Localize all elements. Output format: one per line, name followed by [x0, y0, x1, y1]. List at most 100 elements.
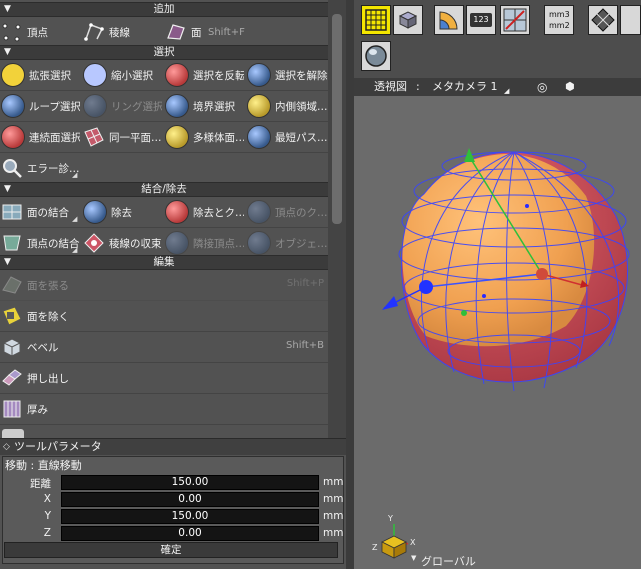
grid-snap-button[interactable]: [361, 5, 391, 35]
tool-extrude[interactable]: 押し出し: [0, 363, 328, 394]
tool-thickness[interactable]: 厚み: [0, 394, 328, 425]
tool-inner-region[interactable]: 内側領域…: [246, 91, 328, 121]
collapse-triangle-icon[interactable]: ▼: [4, 3, 11, 16]
axis-x-label: X: [410, 538, 416, 547]
z-unit: mm: [323, 527, 344, 539]
connected-selection-icon: [1, 125, 25, 149]
wireframe-button[interactable]: [588, 5, 618, 35]
area-volume-button[interactable]: mm3 mm2: [544, 5, 574, 35]
shortcut-bevel: Shift+B: [286, 340, 324, 351]
tool-remove[interactable]: 除去: [82, 197, 162, 227]
adjacent-vertex-icon: [165, 231, 189, 255]
measure-button[interactable]: [500, 5, 530, 35]
tool-coplanar-selection[interactable]: 同一平面…: [82, 122, 162, 152]
cube-view-icon[interactable]: ⬢: [565, 78, 575, 96]
render-sphere-button[interactable]: [361, 41, 391, 71]
view-mode-label[interactable]: 透視図: [374, 78, 407, 96]
target-icon[interactable]: ◎: [537, 78, 547, 96]
remove-face-icon: [2, 306, 22, 326]
panel-divider[interactable]: [346, 0, 354, 569]
axis-y-label: Y: [388, 514, 393, 523]
edge-collapse-icon: [84, 233, 104, 253]
tool-remove-clean[interactable]: 除去とク…: [164, 197, 244, 227]
section-header-edit[interactable]: ▼ 編集: [0, 255, 328, 270]
vertex-icon: [2, 23, 21, 42]
model-scene: [381, 148, 630, 559]
loop-selection-icon: [1, 94, 25, 118]
tool-shrink-selection[interactable]: 縮小選択: [82, 60, 162, 90]
tool-params-mode: 移動 : 直線移動: [5, 459, 82, 472]
collapse-triangle-icon[interactable]: ▼: [4, 46, 11, 59]
tool-boundary-selection[interactable]: 境界選択: [164, 91, 244, 121]
confirm-button[interactable]: 確定: [4, 542, 338, 558]
collapse-triangle-icon[interactable]: ▼: [4, 256, 11, 269]
tool-invert-selection[interactable]: 選択を反転: [164, 60, 244, 90]
y-unit: mm: [323, 510, 344, 522]
distance-unit: mm: [323, 476, 344, 488]
tool-ring-selection[interactable]: リング選択: [82, 91, 162, 121]
tool-edge-collapse[interactable]: 稜線の収束: [82, 228, 162, 258]
3d-viewport[interactable]: Y X Z ▼ グローバル: [354, 96, 641, 569]
magnifier-icon: [3, 159, 22, 178]
vertex-clean-icon: [247, 200, 271, 224]
camera-select[interactable]: メタカメラ 1: [432, 78, 498, 96]
object-snap-button[interactable]: [393, 5, 423, 35]
extrude-icon: [2, 369, 22, 386]
tool-grow-selection[interactable]: 拡張選択: [0, 60, 80, 90]
more-toolbar-button[interactable]: [620, 5, 641, 35]
tool-params-header[interactable]: ◇ ツールパラメータ: [0, 438, 346, 455]
plane-snap-button[interactable]: [434, 5, 464, 35]
tool-shortest-path[interactable]: 最短パス…: [246, 122, 328, 152]
select-row-4: エラー診… ◢: [0, 153, 328, 184]
tool-adjacent-vertex[interactable]: 隣接頂点…: [164, 228, 244, 258]
tool-vertex-clean[interactable]: 頂点のク…: [246, 197, 328, 227]
thickness-icon: [3, 400, 21, 418]
tool-face[interactable]: 面 Shift+F: [164, 17, 324, 47]
tool-next-partial: [0, 425, 328, 438]
tool-face-merge[interactable]: 面の結合 ◢: [0, 197, 80, 227]
x-field[interactable]: 0.00: [61, 492, 319, 507]
z-field[interactable]: 0.00: [61, 526, 319, 541]
quarter-arc-icon: [439, 11, 458, 30]
section-header-select[interactable]: ▼ 選択: [0, 45, 328, 60]
numeric-input-button[interactable]: 123: [466, 5, 496, 35]
collapse-triangle-icon[interactable]: ▼: [4, 183, 11, 196]
tool-object[interactable]: オブジェ…: [246, 228, 328, 258]
object-icon: [247, 231, 271, 255]
view-separator: :: [416, 80, 420, 93]
section-header-merge[interactable]: ▼ 結合/除去: [0, 182, 328, 197]
merge-row-2: 頂点の結合 ◢ 稜線の収束 隣接頂点… オブジェ…: [0, 228, 328, 257]
tool-loop-selection[interactable]: ループ選択: [0, 91, 80, 121]
ring-selection-icon: [83, 94, 107, 118]
measure-grid-icon: [503, 8, 527, 32]
coord-mode-select[interactable]: グローバル: [421, 553, 476, 569]
tool-vertex[interactable]: 頂点: [0, 17, 80, 47]
tool-bevel[interactable]: ベベル Shift+B: [0, 332, 328, 363]
y-field[interactable]: 150.00: [61, 509, 319, 524]
deselect-icon: [247, 63, 271, 87]
axis-indicator: [381, 524, 409, 559]
remove-clean-icon: [165, 200, 189, 224]
select-row-2: ループ選択 リング選択 境界選択 内側領域…: [0, 91, 328, 122]
distance-field[interactable]: 150.00: [61, 475, 319, 490]
tool-remove-face[interactable]: 面を除く: [0, 301, 328, 332]
sphere-model[interactable]: [398, 151, 630, 392]
grid-snap-icon: [365, 9, 387, 31]
add-row: 頂点 稜線 面 Shift+F: [0, 17, 328, 46]
tool-error-diagnosis[interactable]: エラー診… ◢: [0, 153, 82, 183]
tool-connected-selection[interactable]: 連続面選択: [0, 122, 80, 152]
tool-deselect[interactable]: 選択を解除: [246, 60, 328, 90]
wireframe-icon: [591, 8, 615, 32]
tool-edge[interactable]: 稜線: [82, 17, 162, 47]
section-header-add[interactable]: ▼ 追加: [0, 2, 328, 17]
tool-fill-face[interactable]: 面を張る Shift+P: [0, 270, 328, 301]
tool-panel-scroll-thumb[interactable]: [332, 14, 342, 224]
coord-dropdown-icon[interactable]: ▼: [411, 554, 416, 562]
sphere-render-icon: [365, 45, 387, 67]
tool-polyhedron-selection[interactable]: 多様体面…: [164, 122, 244, 152]
tool-vertex-merge[interactable]: 頂点の結合 ◢: [0, 228, 80, 258]
volume-unit-label: mm3: [549, 10, 570, 19]
shortest-path-icon: [247, 125, 271, 149]
fill-face-icon: [2, 276, 22, 294]
shrink-selection-icon: [83, 63, 107, 87]
